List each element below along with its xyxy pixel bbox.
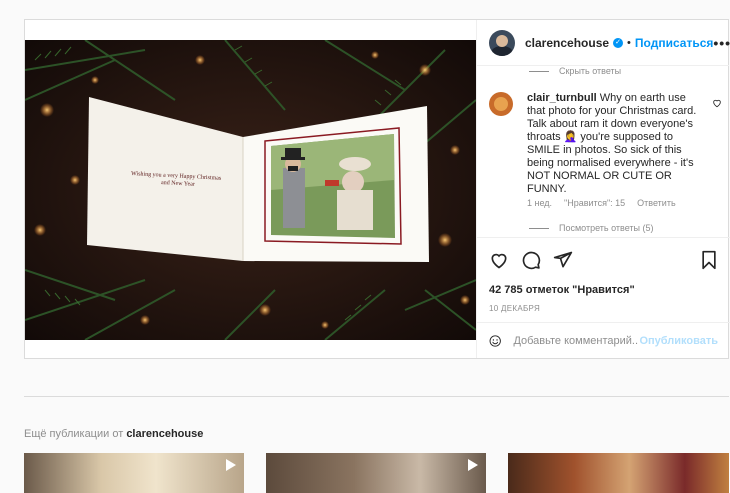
- heart-icon[interactable]: [489, 250, 509, 270]
- more-posts-prefix: Ещё публикации от: [24, 428, 124, 440]
- separator-dot: •: [627, 36, 631, 49]
- view-replies-button[interactable]: Посмотреть ответы (5): [529, 223, 654, 233]
- post-header: clarencehouse ✓ • Подписаться •••: [477, 20, 730, 66]
- comment-text: Why on earth use that photo for your Chr…: [527, 92, 697, 195]
- more-icon[interactable]: •••: [713, 35, 730, 51]
- section-divider: [24, 396, 729, 397]
- play-icon: [226, 459, 236, 471]
- comment-reply-button[interactable]: Ответить: [637, 198, 675, 208]
- add-comment-bar: Опубликовать: [477, 322, 730, 358]
- comment-icon[interactable]: [521, 250, 541, 270]
- hide-replies-label: Скрыть ответы: [559, 66, 622, 76]
- comment-likes[interactable]: "Нравится": 15: [564, 198, 625, 208]
- hide-replies-button[interactable]: Скрыть ответы: [529, 66, 621, 76]
- post-actions: 42 785 отметок "Нравится" 10 ДЕКАБРЯ: [477, 237, 730, 313]
- bookmark-icon[interactable]: [700, 250, 718, 270]
- more-posts-heading: Ещё публикации от clarencehouse: [24, 428, 203, 440]
- replies-line: [529, 70, 549, 72]
- post-date[interactable]: 10 ДЕКАБРЯ: [489, 304, 718, 313]
- heart-icon[interactable]: [712, 98, 722, 108]
- comment-input[interactable]: [513, 334, 640, 347]
- share-icon[interactable]: [553, 250, 573, 270]
- post-card: Wishing you a very Happy Christmas and N…: [24, 19, 730, 359]
- comment-time[interactable]: 1 нед.: [527, 198, 552, 208]
- comment-avatar[interactable]: [489, 92, 513, 116]
- view-replies-label: Посмотреть ответы (5): [559, 223, 654, 233]
- post-sidebar: clarencehouse ✓ • Подписаться ••• Скрыть…: [476, 20, 730, 358]
- post-image[interactable]: Wishing you a very Happy Christmas and N…: [25, 40, 476, 340]
- christmas-card-photo: Wishing you a very Happy Christmas and N…: [25, 40, 476, 340]
- comments-list[interactable]: Скрыть ответы clair_turnbull Why on earth…: [477, 66, 730, 237]
- comment-username[interactable]: clair_turnbull: [527, 92, 597, 104]
- replies-line: [529, 227, 549, 229]
- avatar[interactable]: [489, 29, 515, 56]
- comment-meta: 1 нед. "Нравится": 15 Ответить: [527, 198, 676, 208]
- verified-icon: ✓: [613, 37, 624, 48]
- action-icons: [489, 248, 718, 272]
- emoji-icon[interactable]: [489, 332, 501, 350]
- play-icon: [468, 459, 478, 471]
- follow-button[interactable]: Подписаться: [635, 36, 713, 50]
- publish-button[interactable]: Опубликовать: [639, 335, 718, 347]
- more-posts-username[interactable]: clarencehouse: [126, 428, 203, 440]
- more-post-thumbnail[interactable]: [266, 453, 486, 493]
- more-post-thumbnail[interactable]: [24, 453, 244, 493]
- post-username[interactable]: clarencehouse: [525, 36, 609, 50]
- more-post-thumbnail[interactable]: [508, 453, 729, 493]
- likes-count[interactable]: 42 785 отметок "Нравится": [489, 284, 718, 296]
- comment-text-block: clair_turnbull Why on earth use that phot…: [527, 92, 702, 196]
